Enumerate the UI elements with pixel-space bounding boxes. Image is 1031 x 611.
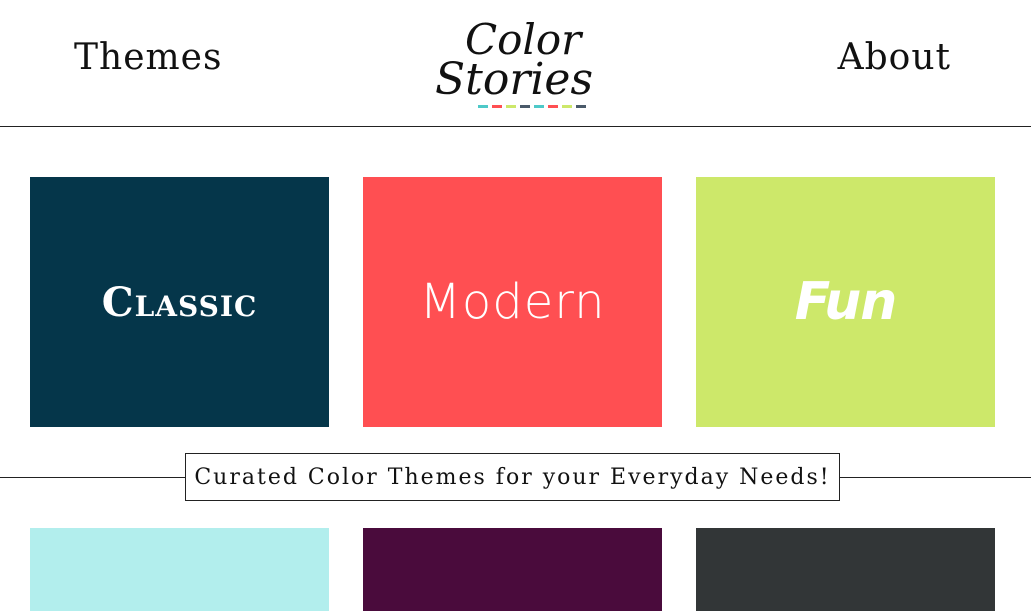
logo-dash: [562, 105, 572, 108]
theme-tile-charcoal[interactable]: [696, 528, 995, 611]
tagline-box: Curated Color Themes for your Everyday N…: [185, 453, 840, 501]
logo-dash: [492, 105, 502, 108]
theme-tile-modern[interactable]: Modern: [363, 177, 662, 427]
logo-color-dashes: [478, 105, 586, 108]
theme-tile-classic[interactable]: Classic: [30, 177, 329, 427]
logo-dash: [520, 105, 530, 108]
logo-dash: [548, 105, 558, 108]
site-logo[interactable]: Color Stories: [425, 4, 625, 118]
theme-tile-fun[interactable]: Fun: [696, 177, 995, 427]
theme-tile-aqua[interactable]: [30, 528, 329, 611]
nav-themes-link[interactable]: Themes: [74, 36, 222, 80]
logo-dash: [534, 105, 544, 108]
logo-line-stories: Stories: [435, 54, 593, 105]
theme-label-classic: Classic: [101, 278, 258, 326]
nav-about-link[interactable]: About: [838, 36, 951, 80]
logo-dash: [478, 105, 488, 108]
theme-label-fun: Fun: [794, 272, 898, 332]
color-stories-logo: Color Stories: [435, 15, 593, 108]
logo-dash: [576, 105, 586, 108]
logo-dash: [506, 105, 516, 108]
theme-tile-plum[interactable]: [363, 528, 662, 611]
tagline: Curated Color Themes for your Everyday N…: [194, 464, 831, 490]
theme-label-modern: Modern: [419, 274, 606, 330]
site-header: Themes Color Stories About: [0, 0, 1031, 127]
